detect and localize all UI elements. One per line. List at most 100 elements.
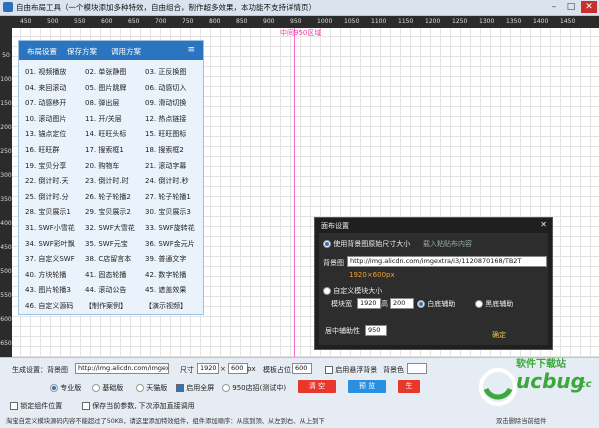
import-paste-link[interactable]: 载入粘贴布内容: [423, 239, 472, 249]
component-item[interactable]: 10. 滚动图片: [25, 114, 66, 124]
component-item[interactable]: 44. 滚动公告: [85, 285, 126, 295]
radio-unchecked-icon[interactable]: [222, 384, 230, 392]
shop950-option[interactable]: 950店招(测试中): [222, 383, 286, 393]
generate-button[interactable]: 生: [398, 380, 420, 393]
center-width-input[interactable]: 950: [365, 325, 387, 336]
component-item[interactable]: 12. 热点链接: [145, 114, 186, 124]
black-assist-option[interactable]: 黑底辅助: [475, 299, 513, 309]
component-item[interactable]: 31. SWF小雪花: [25, 223, 75, 233]
component-item[interactable]: 18. 搜索框2: [145, 145, 184, 155]
confirm-button[interactable]: 确定: [492, 330, 506, 340]
clear-button[interactable]: 清 空: [298, 380, 336, 393]
ruler-tick: 1100: [371, 18, 387, 25]
component-item[interactable]: 24. 倒计时.秒: [145, 176, 189, 186]
minimize-button[interactable]: –: [546, 1, 562, 13]
dialog-close-icon[interactable]: ✕: [540, 220, 547, 229]
component-item[interactable]: 26. 轮子轮播2: [85, 192, 131, 202]
component-item[interactable]: 40. 方块轮播: [25, 270, 66, 280]
component-item[interactable]: 41. 固态轮播: [85, 270, 126, 280]
site-watermark: 软件下载站 ucbug .cc: [478, 353, 596, 413]
size-height-input[interactable]: 600: [228, 363, 248, 374]
size-width-input[interactable]: 1920: [197, 363, 219, 374]
radio-checked-icon[interactable]: [323, 240, 331, 248]
component-item[interactable]: 02. 单张静图: [85, 67, 126, 77]
radio-unchecked-icon[interactable]: [92, 384, 100, 392]
component-item[interactable]: 07. 动感移开: [25, 98, 66, 108]
bg-size-option[interactable]: 使用背景图原始尺寸大小: [323, 239, 410, 249]
enable-bg-checkbox[interactable]: 启用悬浮背景: [325, 365, 377, 375]
component-item[interactable]: 43. 图片轮播3: [25, 285, 71, 295]
component-item[interactable]: 37. 自定义SWF: [25, 254, 75, 264]
component-item[interactable]: 09. 滑动切换: [145, 98, 186, 108]
panel-header: 布局设置 保存方案 调用方案 ≡: [19, 41, 203, 60]
white-assist-option[interactable]: 白底辅助: [417, 299, 455, 309]
radio-checked-icon[interactable]: [417, 300, 425, 308]
component-item[interactable]: 13. 锚点定位: [25, 129, 66, 139]
component-item[interactable]: 35. SWF元宝: [85, 239, 128, 249]
tab-save-scheme[interactable]: 保存方案: [67, 46, 97, 57]
bg-url-input[interactable]: http://img.alicdn.com/imgextra/i3/112087…: [347, 256, 547, 267]
mode-tmall-option[interactable]: 天猫版: [136, 383, 167, 393]
component-item[interactable]: 38. C店留言本: [85, 254, 131, 264]
center-width-label: 居中辅助性: [325, 327, 360, 335]
component-item[interactable]: 16. 旺旺群: [25, 145, 59, 155]
component-item[interactable]: 27. 轮子轮播1: [145, 192, 191, 202]
component-item[interactable]: 34. SWF彩叶飘: [25, 239, 75, 249]
lock-position-checkbox[interactable]: 锁定组件位置: [10, 401, 62, 411]
maximize-button[interactable]: □: [563, 1, 579, 13]
component-item[interactable]: 39. 普通文字: [145, 254, 186, 264]
bottom-bg-url-input[interactable]: http://img.alicdn.com/imgext: [75, 363, 169, 374]
tab-load-scheme[interactable]: 调用方案: [111, 46, 141, 57]
checkbox-icon[interactable]: [82, 402, 90, 410]
component-item[interactable]: 45. 遮盖效果: [145, 285, 186, 295]
component-item[interactable]: 【演示视频】: [145, 301, 187, 311]
custom-size-option[interactable]: 自定义模块大小: [323, 286, 382, 296]
radio-unchecked-icon[interactable]: [475, 300, 483, 308]
save-params-checkbox[interactable]: 保存当前参数, 下次添加直接调用: [82, 401, 195, 411]
fullscreen-checkbox[interactable]: 启用全屏: [176, 383, 214, 393]
component-item[interactable]: 25. 倒计时.分: [25, 192, 69, 202]
component-item[interactable]: 06. 动感切入: [145, 83, 186, 93]
component-item[interactable]: 20. 购物车: [85, 161, 119, 171]
component-item[interactable]: 14. 旺旺头标: [85, 129, 126, 139]
radio-unchecked-icon[interactable]: [323, 287, 331, 295]
width-input[interactable]: 1920: [357, 298, 381, 309]
component-item[interactable]: 33. SWF旋转花: [145, 223, 195, 233]
component-item[interactable]: 04. 来回滚动: [25, 83, 66, 93]
mode-pro-option[interactable]: 专业版: [50, 383, 81, 393]
component-item[interactable]: 15. 旺旺图标: [145, 129, 186, 139]
component-item[interactable]: 19. 宝贝分享: [25, 161, 66, 171]
mode-basic-option[interactable]: 基础版: [92, 383, 123, 393]
radio-checked-icon[interactable]: [50, 384, 58, 392]
preview-button[interactable]: 预 览: [348, 380, 386, 393]
component-item[interactable]: 08. 弹出层: [85, 98, 119, 108]
component-item[interactable]: 11. 开/关层: [85, 114, 122, 124]
height-input[interactable]: 200: [390, 298, 414, 309]
component-item[interactable]: 05. 图片跳牌: [85, 83, 126, 93]
component-item[interactable]: 17. 搜索框1: [85, 145, 124, 155]
component-item[interactable]: 23. 倒计时.时: [85, 176, 129, 186]
component-item[interactable]: 42. 数字轮播: [145, 270, 186, 280]
menu-icon[interactable]: ≡: [187, 45, 195, 55]
component-item[interactable]: 01. 视频播放: [25, 67, 66, 77]
template-input[interactable]: 600: [292, 363, 312, 374]
component-item[interactable]: 21. 滚动字幕: [145, 161, 186, 171]
component-item[interactable]: 29. 宝贝展示2: [85, 207, 131, 217]
component-item[interactable]: 22. 倒计时.天: [25, 176, 69, 186]
component-item[interactable]: 03. 正反换图: [145, 67, 186, 77]
component-item[interactable]: 36. SWF金元片: [145, 239, 195, 249]
checkbox-checked-icon[interactable]: [176, 384, 184, 392]
radio-unchecked-icon[interactable]: [136, 384, 144, 392]
tab-layout-settings[interactable]: 布局设置: [27, 46, 57, 57]
ruler-tick: 650: [128, 18, 140, 25]
component-item[interactable]: 28. 宝贝展示1: [25, 207, 71, 217]
height-label: 高: [381, 300, 388, 308]
close-button[interactable]: ✕: [581, 1, 597, 13]
checkbox-icon[interactable]: [10, 402, 18, 410]
component-item[interactable]: 【制作案例】: [85, 301, 127, 311]
bg-color-input[interactable]: [407, 363, 427, 374]
component-item[interactable]: 32. SWF大雪花: [85, 223, 135, 233]
checkbox-icon[interactable]: [325, 366, 333, 374]
component-item[interactable]: 46. 自定义源码: [25, 301, 73, 311]
component-item[interactable]: 30. 宝贝展示3: [145, 207, 191, 217]
